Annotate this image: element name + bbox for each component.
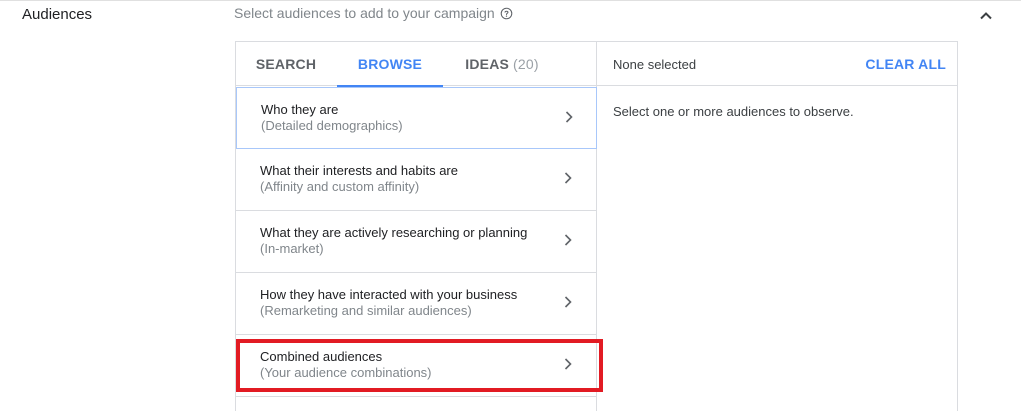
selection-status: None selected — [613, 57, 697, 72]
tab-browse-label: BROWSE — [357, 56, 423, 72]
selection-pane: None selected CLEAR ALL Select one or mo… — [597, 42, 958, 411]
list-item-subtitle: (In-market) — [260, 241, 324, 256]
selection-hint: Select one or more audiences to observe. — [613, 104, 854, 119]
tab-ideas[interactable]: IDEAS (20) — [455, 42, 549, 86]
audiences-section: Audiences Select audiences to add to you… — [0, 0, 1021, 411]
tab-browse[interactable]: BROWSE — [337, 42, 443, 87]
tab-search-label: SEARCH — [255, 56, 317, 72]
list-item-researching-planning[interactable]: What they are actively researching or pl… — [236, 211, 596, 273]
list-item-title: What their interests and habits are — [260, 163, 458, 178]
list-item-title: What they are actively researching or pl… — [260, 225, 528, 240]
chevron-right-icon — [564, 234, 572, 246]
tab-bar: SEARCH BROWSE IDEAS (20) — [236, 42, 596, 87]
chevron-right-icon — [564, 296, 572, 308]
top-divider — [0, 0, 1021, 1]
highlight-annotation-box — [236, 339, 603, 392]
tab-search[interactable]: SEARCH — [246, 42, 326, 86]
chevron-up-icon[interactable] — [977, 7, 995, 25]
section-title: Audiences — [22, 6, 93, 23]
list-item-subtitle: (Affinity and custom affinity) — [260, 179, 420, 194]
help-circle-icon[interactable] — [500, 7, 513, 20]
list-item-title: Who they are — [261, 102, 339, 117]
list-item-subtitle: (Detailed demographics) — [261, 118, 403, 133]
list-item-subtitle: (Remarketing and similar audiences) — [260, 303, 472, 318]
tab-ideas-label: IDEAS — [465, 56, 510, 72]
list-item-title: How they have interacted with your busin… — [260, 287, 518, 302]
clear-all-button[interactable]: CLEAR ALL — [865, 56, 946, 72]
list-item-interacted-business[interactable]: How they have interacted with your busin… — [236, 273, 596, 335]
section-subtitle: Select audiences to add to your campaign — [234, 5, 513, 21]
selection-header: None selected CLEAR ALL — [597, 42, 958, 86]
subtitle-text: Select audiences to add to your campaign — [234, 5, 495, 21]
tab-ideas-count: (20) — [513, 56, 539, 72]
chevron-right-icon — [565, 111, 573, 123]
list-item-who-they-are[interactable]: Who they are (Detailed demographics) — [236, 87, 597, 149]
chevron-right-icon — [564, 172, 572, 184]
list-item-interests-habits[interactable]: What their interests and habits are (Aff… — [236, 149, 596, 211]
